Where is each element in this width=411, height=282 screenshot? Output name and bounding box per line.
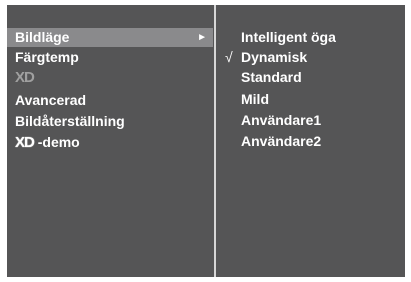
menu-item-label: Bildläge <box>15 29 70 45</box>
arrow-right-icon: ► <box>197 32 207 43</box>
xd-logo-icon: XD <box>15 134 35 151</box>
menu-item-label: Bildåterställning <box>15 113 125 129</box>
option-anvandare1[interactable]: Användare1 <box>216 111 405 130</box>
option-label: Mild <box>241 91 269 107</box>
menu-item-bildaterstallning[interactable]: Bildåterställning <box>7 112 213 131</box>
picture-mode-submenu: Intelligent öga √ Dynamisk Standard Mild… <box>216 5 405 277</box>
option-label: Användare2 <box>241 133 322 149</box>
option-label: Dynamisk <box>241 49 308 65</box>
option-label: Intelligent öga <box>241 29 336 45</box>
option-anvandare2[interactable]: Användare2 <box>216 132 405 151</box>
menu-item-avancerad[interactable]: Avancerad <box>7 91 213 110</box>
menu-item-label: Avancerad <box>15 92 87 108</box>
menu-item-xd[interactable]: XD <box>7 68 213 87</box>
menu-item-xd-demo[interactable]: XD -demo <box>7 133 213 152</box>
menu-item-fargtemp[interactable]: Färgtemp <box>7 48 213 67</box>
option-dynamisk[interactable]: √ Dynamisk <box>216 48 405 67</box>
option-standard[interactable]: Standard <box>216 68 405 87</box>
menu-item-label: -demo <box>37 134 80 150</box>
option-label: Användare1 <box>241 112 322 128</box>
xd-logo-icon: XD <box>15 69 35 86</box>
check-icon: √ <box>225 49 233 65</box>
menu-item-label: Färgtemp <box>15 49 79 65</box>
menu-item-bildlage[interactable]: Bildläge ► <box>7 28 213 47</box>
picture-menu: Bildläge ► Färgtemp XD Avancerad Bildåte… <box>7 5 213 277</box>
tv-osd-menu: Bildläge ► Färgtemp XD Avancerad Bildåte… <box>7 5 405 277</box>
option-label: Standard <box>241 69 302 85</box>
option-mild[interactable]: Mild <box>216 90 405 109</box>
option-intelligent-oga[interactable]: Intelligent öga <box>216 28 405 47</box>
